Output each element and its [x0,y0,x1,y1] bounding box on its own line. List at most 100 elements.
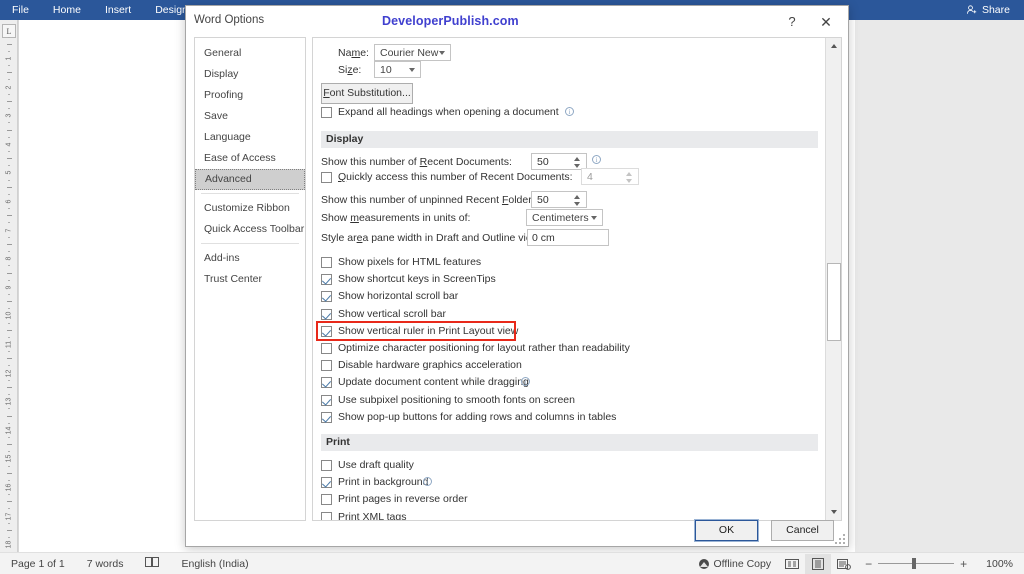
spinner-down-icon[interactable] [574,164,580,168]
display-checkbox[interactable] [321,325,332,337]
sidebar-item-ease-of-access[interactable]: Ease of Access [195,148,305,169]
sidebar-item-add-ins[interactable]: Add-ins [195,248,305,269]
resize-grip[interactable] [835,534,845,544]
page-count[interactable]: Page 1 of 1 [0,558,76,570]
zoom-out-button[interactable]: − [865,557,872,571]
display-checkbox[interactable] [321,257,332,268]
display-checkbox-label: Show horizontal scroll bar [338,290,459,303]
display-checkbox[interactable] [321,394,332,406]
share-button[interactable]: Share [966,4,1024,16]
scroll-up-icon[interactable] [826,38,841,54]
style-pane-width-input[interactable]: 0 cm [527,229,609,246]
sidebar-item-save[interactable]: Save [195,106,305,127]
sidebar-item-proofing[interactable]: Proofing [195,85,305,106]
pane-scrollbar[interactable] [825,38,841,520]
ruler-tick [8,150,10,152]
print-section-heading: Print [321,434,818,451]
ruler-number: 1 [5,56,13,61]
ruler-tick [8,236,10,238]
zoom-level[interactable]: 100% [975,558,1024,570]
ruler-tick [8,436,10,438]
ruler-number: 4 [5,142,13,147]
print-checkbox[interactable] [321,460,332,471]
display-checkbox[interactable] [321,308,332,320]
read-mode-button[interactable] [779,554,805,574]
chevron-down-icon [591,216,597,220]
vertical-ruler[interactable]: L 1 2 3 4 5 6 7 8 9 10 11 12 13 14 15 16 17 18 [0,20,18,552]
sidebar-item-customize-ribbon[interactable]: Customize Ribbon [195,198,305,219]
sidebar-item-display[interactable]: Display [195,64,305,85]
display-checkbox[interactable] [321,360,332,372]
recent-documents-spinner[interactable]: 50 [531,153,587,170]
info-icon[interactable]: i [592,155,601,164]
ruler-tick [7,72,12,74]
ok-button[interactable]: OK [694,519,759,542]
ruler-tick [7,43,12,45]
spinner-up-icon[interactable] [574,195,580,199]
measurement-units-combo[interactable]: Centimeters [526,209,603,226]
font-substitution-button[interactable]: Font Substitution... [321,83,413,104]
scrollbar-thumb[interactable] [827,263,841,341]
status-bar: Page 1 of 1 7 words English (India) Offl… [0,552,1024,574]
sidebar-item-label: Save [204,110,228,122]
print-checkbox-label: Print pages in reverse order [338,493,468,506]
display-checkbox[interactable] [321,411,332,423]
ruler-number: 15 [5,455,13,463]
measurement-units-value: Centimeters [532,212,589,224]
sidebar-item-language[interactable]: Language [195,127,305,148]
print-checkbox[interactable] [321,477,332,489]
ruler-tick [7,100,12,102]
ribbon-tab-insert[interactable]: Insert [93,0,143,20]
display-checkbox[interactable] [321,343,332,354]
language-status[interactable]: English (India) [170,558,259,570]
sidebar-item-label: Language [204,131,251,143]
ribbon-tab-file[interactable]: File [0,0,41,20]
cancel-button[interactable]: Cancel [771,520,834,541]
zoom-knob[interactable] [912,558,917,569]
proofing-status-icon[interactable] [134,556,170,571]
ribbon-tab-home[interactable]: Home [41,0,93,20]
recent-documents-value: 50 [537,156,549,168]
spinner-down-icon[interactable] [574,202,580,206]
web-layout-button[interactable] [831,554,857,574]
scroll-down-icon[interactable] [826,504,841,520]
info-icon[interactable]: i [423,477,432,487]
unpinned-folders-spinner[interactable]: 50 [531,191,587,208]
zoom-in-button[interactable]: + [960,557,967,571]
font-size-combo[interactable]: 10 [374,61,421,78]
ruler-tick [8,494,10,496]
ruler-tick [7,358,12,360]
expand-headings-checkbox[interactable] [321,107,332,118]
spinner-up-icon [626,172,632,176]
help-button[interactable]: ? [780,11,804,33]
zoom-slider[interactable]: − + [857,557,975,571]
print-checkbox[interactable] [321,494,332,506]
display-checkbox-label: Show pixels for HTML features [338,256,482,268]
close-button[interactable]: ✕ [814,11,838,33]
quick-access-recent-checkbox[interactable] [321,172,332,183]
ruler-tick [8,122,10,124]
ruler-tick [8,65,10,67]
print-layout-button[interactable] [805,553,832,574]
ruler-tick [7,129,12,131]
info-icon[interactable]: i [565,107,574,116]
display-checkbox[interactable] [321,291,332,303]
zoom-track[interactable] [878,558,955,569]
display-checkbox[interactable] [321,377,332,389]
ruler-tick [8,465,10,467]
ruler-number: 5 [5,170,13,175]
read-mode-icon [785,558,800,569]
offline-copy-status[interactable]: Offline Copy [690,558,780,570]
ruler-tick [8,265,10,267]
sidebar-item-trust-center[interactable]: Trust Center [195,269,305,290]
spinner-up-icon[interactable] [574,157,580,161]
sidebar-item-advanced[interactable]: Advanced [195,169,305,190]
ruler-number: 18 [5,540,13,549]
word-count[interactable]: 7 words [76,558,135,570]
sidebar-item-general[interactable]: General [195,43,305,64]
display-checkbox[interactable] [321,274,332,286]
sidebar-item-quick-access-toolbar[interactable]: Quick Access Toolbar [195,219,305,240]
sidebar-item-label: Advanced [205,173,252,185]
font-name-combo[interactable]: Courier New [374,44,451,61]
print-checkbox-label: Print in background [338,476,429,489]
